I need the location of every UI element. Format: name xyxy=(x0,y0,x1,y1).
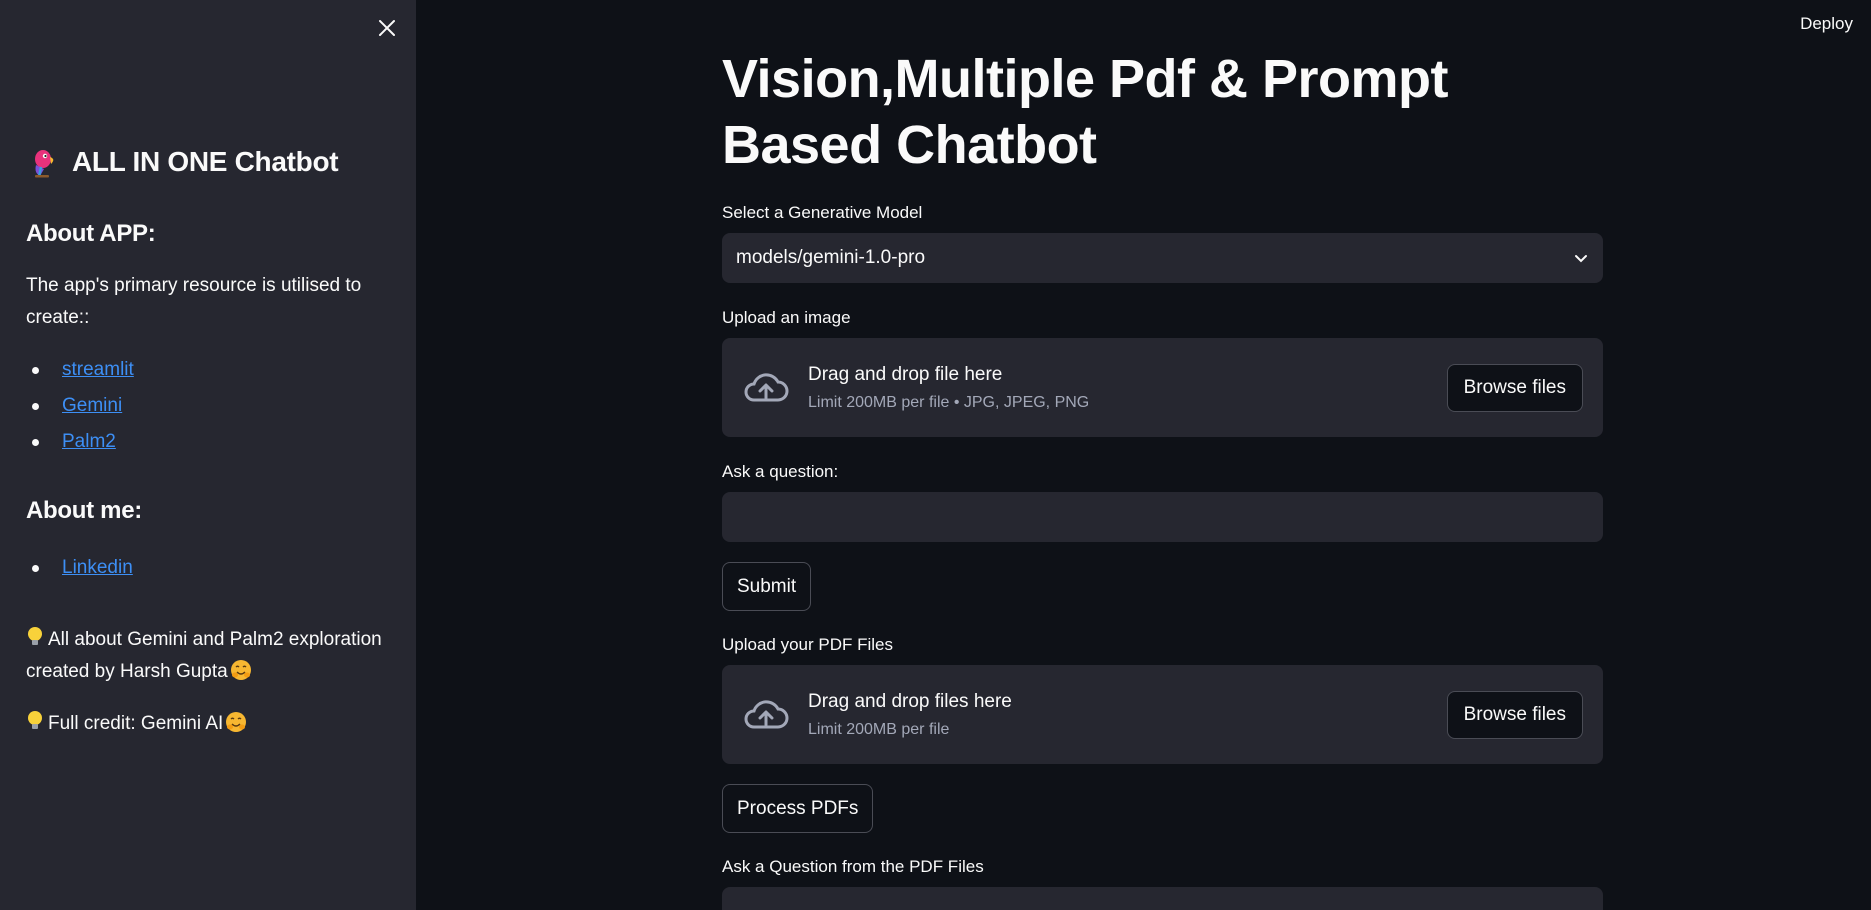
model-select-value: models/gemini-1.0-pro xyxy=(736,247,926,268)
sidebar: ALL IN ONE Chatbot About APP: The app's … xyxy=(0,0,416,910)
deploy-button[interactable]: Deploy xyxy=(1800,14,1853,34)
image-dropzone-text: Drag and drop file here Limit 200MB per … xyxy=(808,364,1447,412)
parrot-icon xyxy=(35,150,54,178)
palm2-link[interactable]: Palm2 xyxy=(62,431,116,452)
about-me-heading: About me: xyxy=(26,497,142,524)
image-dropzone[interactable]: Drag and drop file here Limit 200MB per … xyxy=(722,338,1603,437)
browse-files-button[interactable]: Browse files xyxy=(1446,690,1583,739)
credit-note-1-text: All about Gemini and Palm2 exploration c… xyxy=(26,629,382,682)
pdf-dropzone-text: Drag and drop files here Limit 200MB per… xyxy=(808,691,1447,739)
pdf-dropzone[interactable]: Drag and drop files here Limit 200MB per… xyxy=(722,665,1603,764)
question-input[interactable] xyxy=(722,492,1603,542)
list-item: Linkedin xyxy=(26,550,133,586)
pdf-question-input[interactable] xyxy=(722,887,1603,910)
about-app-text: The app's primary resource is utilised t… xyxy=(26,275,362,328)
chevron-down-icon xyxy=(1575,255,1587,263)
process-pdfs-button[interactable]: Process PDFs xyxy=(722,784,874,833)
question-label: Ask a question: xyxy=(722,462,839,481)
list-item: Gemini xyxy=(26,388,134,424)
close-sidebar-button[interactable] xyxy=(374,15,400,41)
about-app-heading: About APP: xyxy=(26,220,156,247)
model-select-label: Select a Generative Model xyxy=(722,203,923,222)
pdf-upload-label: Upload your PDF Files xyxy=(722,635,894,654)
browse-files-button[interactable]: Browse files xyxy=(1446,363,1583,412)
linkedin-link[interactable]: Linkedin xyxy=(62,557,133,578)
sidebar-title: ALL IN ONE Chatbot xyxy=(26,145,339,179)
dropzone-limit: Limit 200MB per file xyxy=(808,720,950,738)
resource-list: streamlit Gemini Palm2 xyxy=(26,352,134,460)
pdf-question-label: Ask a Question from the PDF Files xyxy=(722,857,984,876)
dropzone-title: Drag and drop files here xyxy=(808,690,1012,712)
dropzone-title: Drag and drop file here xyxy=(808,363,1003,385)
submit-button[interactable]: Submit xyxy=(722,562,812,611)
lightbulb-icon xyxy=(28,711,42,729)
app-root: ALL IN ONE Chatbot About APP: The app's … xyxy=(0,0,1871,910)
hugging-face-icon xyxy=(226,712,247,732)
credit-note-2-text: Full credit: Gemini AI xyxy=(48,713,224,734)
hugging-face-icon xyxy=(230,660,251,680)
about-me-list: Linkedin xyxy=(26,550,133,586)
streamlit-link[interactable]: streamlit xyxy=(62,359,134,380)
model-select[interactable]: models/gemini-1.0-pro xyxy=(722,233,1603,283)
list-item: Palm2 xyxy=(26,424,134,460)
lightbulb-icon xyxy=(28,627,42,645)
upload-cloud-icon xyxy=(744,372,789,401)
close-icon xyxy=(379,20,395,36)
credit-note-2: Full credit: Gemini AI xyxy=(26,708,386,740)
gemini-link[interactable]: Gemini xyxy=(62,395,122,416)
sidebar-title-text: ALL IN ONE Chatbot xyxy=(72,146,339,177)
upload-cloud-icon xyxy=(744,699,789,728)
list-item: streamlit xyxy=(26,352,134,388)
page-title: Vision,Multiple Pdf & Prompt Based Chatb… xyxy=(722,49,1449,175)
credit-note-1: All about Gemini and Palm2 exploration c… xyxy=(26,624,386,688)
dropzone-limit: Limit 200MB per file • JPG, JPEG, PNG xyxy=(808,393,1090,411)
image-upload-label: Upload an image xyxy=(722,308,851,327)
